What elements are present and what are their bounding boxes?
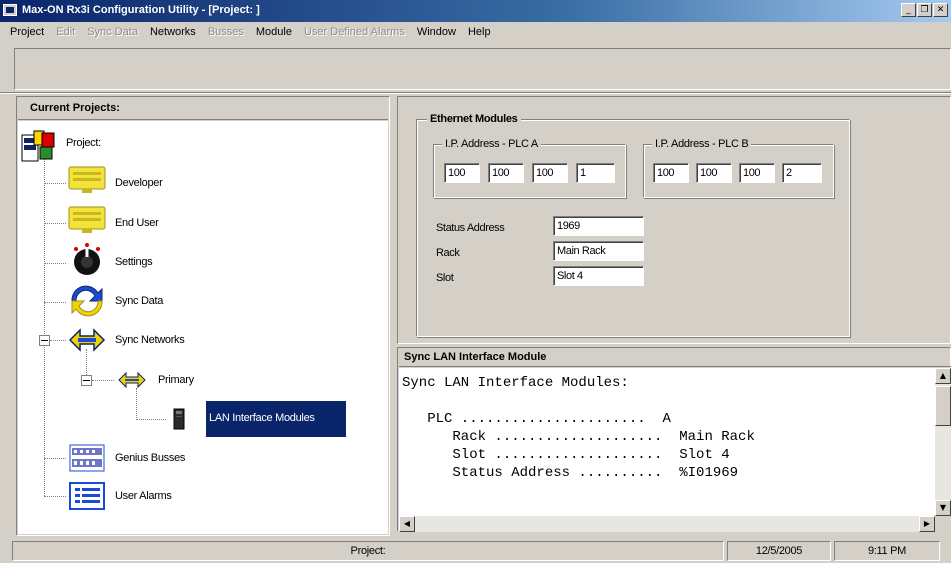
- rack-input[interactable]: Main Rack: [553, 241, 644, 261]
- restore-icon[interactable]: ❐: [917, 3, 932, 17]
- scroll-down-icon[interactable]: ▼: [935, 500, 951, 516]
- tree-line: [136, 388, 137, 420]
- plc-b-label: I.P. Address - PLC B: [652, 138, 752, 150]
- horizontal-scrollbar[interactable]: ◀ ▶: [399, 516, 935, 532]
- tree-line: [136, 419, 166, 420]
- plc-a-octet-2-input[interactable]: 100: [488, 163, 524, 183]
- window-controls: _ ❐ ✕: [901, 3, 948, 17]
- sync-data-icon: [71, 285, 103, 317]
- minimize-icon[interactable]: _: [901, 3, 916, 17]
- scroll-right-icon[interactable]: ▶: [919, 516, 935, 532]
- scroll-corner: [935, 516, 951, 532]
- app-icon[interactable]: [3, 4, 17, 16]
- ethernet-modules-label: Ethernet Modules: [427, 113, 521, 125]
- tree-item-developer[interactable]: Developer: [115, 177, 163, 189]
- menu-busses[interactable]: Busses: [202, 26, 250, 38]
- plc-b-octet-3-input[interactable]: 100: [739, 163, 775, 183]
- user-alarms-icon: [69, 482, 105, 510]
- scroll-left-icon[interactable]: ◀: [399, 516, 415, 532]
- tree-item-sync-networks[interactable]: Sync Networks: [115, 334, 185, 346]
- plc-b-octet-1-input[interactable]: 100: [653, 163, 689, 183]
- sync-lan-line: Slot .................... Slot 4: [402, 447, 730, 463]
- project-tree: Project: Developer End User Settings Syn…: [18, 121, 388, 534]
- rack-label: Rack: [436, 247, 460, 259]
- menu-help[interactable]: Help: [462, 26, 497, 38]
- sync-lan-line: [402, 392, 935, 410]
- slot-label: Slot: [436, 272, 454, 284]
- settings-knob-icon: [74, 243, 100, 275]
- slot-input[interactable]: Slot 4: [553, 266, 644, 286]
- tree-item-genius-busses[interactable]: Genius Busses: [115, 452, 185, 464]
- tree-line: [92, 380, 114, 381]
- lan-module-icon: [173, 408, 185, 430]
- status-bar: Project: 12/5/2005 9:11 PM: [0, 539, 951, 563]
- tree-line: [44, 223, 66, 224]
- sync-networks-collapse-toggle[interactable]: [39, 335, 50, 346]
- tree-item-settings[interactable]: Settings: [115, 256, 153, 268]
- tree-line: [50, 340, 66, 341]
- menu-module[interactable]: Module: [250, 26, 298, 38]
- end-user-icon: [68, 206, 106, 233]
- plc-a-octet-3-input[interactable]: 100: [532, 163, 568, 183]
- tree-item-user-alarms[interactable]: User Alarms: [115, 490, 172, 502]
- tree-line: [44, 302, 66, 303]
- status-date: 12/5/2005: [727, 541, 831, 561]
- tree-line: [44, 458, 66, 459]
- menu-window[interactable]: Window: [411, 26, 462, 38]
- primary-network-icon: [118, 371, 146, 389]
- divider: [0, 92, 951, 94]
- genius-busses-icon: [69, 444, 105, 472]
- status-time: 9:11 PM: [834, 541, 940, 561]
- vertical-scrollbar[interactable]: ▲ ▼: [935, 368, 951, 516]
- title-bar: Max-ON Rx3i Configuration Utility - [Pro…: [0, 0, 951, 22]
- plc-b-octet-4-input[interactable]: 2: [782, 163, 822, 183]
- window-title: Max-ON Rx3i Configuration Utility - [Pro…: [22, 4, 260, 16]
- tree-item-end-user[interactable]: End User: [115, 217, 159, 229]
- tree-item-lan-interface-modules[interactable]: LAN Interface Modules: [206, 401, 346, 437]
- close-icon[interactable]: ✕: [933, 3, 948, 17]
- sync-lan-line: Status Address .......... %I01969: [402, 465, 739, 481]
- status-text: Project:: [12, 541, 724, 561]
- sync-lan-line: Sync LAN Interface Modules:: [402, 375, 629, 391]
- primary-collapse-toggle[interactable]: [81, 375, 92, 386]
- menu-user-defined-alarms[interactable]: User Defined Alarms: [298, 26, 411, 38]
- sync-lan-line: PLC ...................... A: [402, 411, 671, 427]
- menu-sync-data[interactable]: Sync Data: [81, 26, 144, 38]
- vertical-scroll-thumb[interactable]: [935, 386, 951, 426]
- menu-networks[interactable]: Networks: [144, 26, 202, 38]
- sync-lan-text[interactable]: Sync LAN Interface Modules: PLC ........…: [399, 368, 935, 516]
- tree-item-project[interactable]: Project:: [66, 137, 101, 149]
- sync-lan-header: Sync LAN Interface Module: [399, 349, 951, 367]
- tree-line: [44, 496, 66, 497]
- tree-line: [44, 183, 66, 184]
- menu-edit[interactable]: Edit: [50, 26, 81, 38]
- tree-item-sync-data[interactable]: Sync Data: [115, 295, 163, 307]
- menu-project[interactable]: Project: [4, 26, 50, 38]
- project-icon: [21, 130, 55, 162]
- tree-item-primary[interactable]: Primary: [158, 374, 194, 386]
- tree-line: [44, 153, 45, 496]
- projects-pane-header: Current Projects:: [18, 98, 388, 120]
- menu-bar: Project Edit Sync Data Networks Busses M…: [0, 22, 951, 42]
- sync-networks-icon: [68, 328, 106, 352]
- status-address-input[interactable]: 1969: [553, 216, 644, 236]
- toolbar: [14, 48, 951, 90]
- tree-line: [44, 263, 66, 264]
- status-address-label: Status Address: [436, 222, 505, 234]
- plc-b-octet-2-input[interactable]: 100: [696, 163, 732, 183]
- sync-lan-line: Rack .................... Main Rack: [402, 429, 755, 445]
- scroll-up-icon[interactable]: ▲: [935, 368, 951, 384]
- plc-a-label: I.P. Address - PLC A: [442, 138, 541, 150]
- developer-icon: [68, 166, 106, 193]
- plc-a-octet-1-input[interactable]: 100: [444, 163, 480, 183]
- plc-a-octet-4-input[interactable]: 1: [576, 163, 615, 183]
